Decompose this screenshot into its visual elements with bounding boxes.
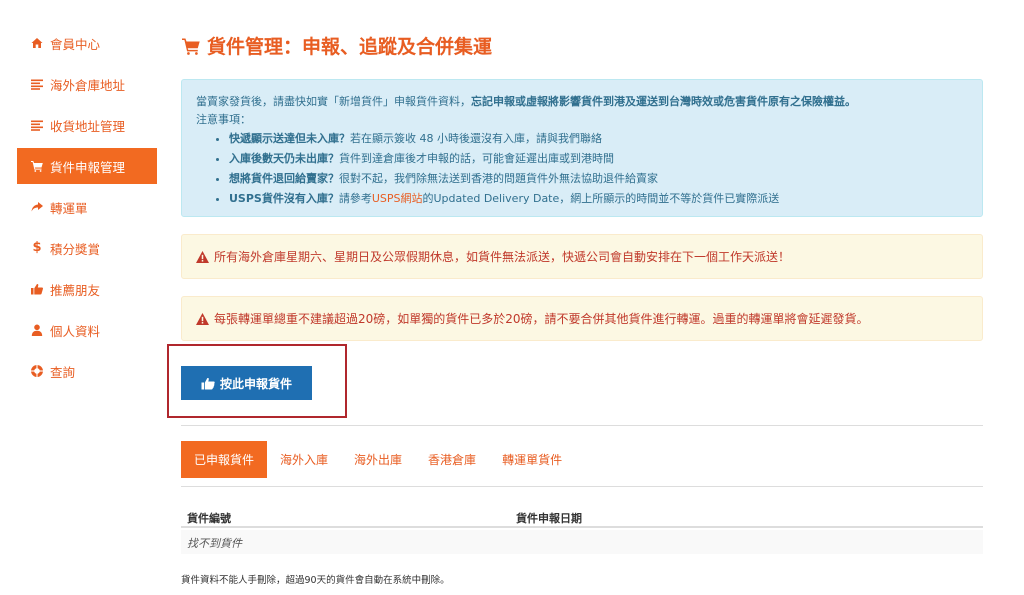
sidebar-item-address-management[interactable]: 收貨地址管理 xyxy=(17,107,157,143)
list-item: 快遞顯示送達但未入庫？若在顯示簽收 48 小時後還沒有入庫，請與我們聯絡 xyxy=(229,129,968,149)
warning-text: 所有海外倉庫星期六、星期日及公眾假期休息，如貨件無法派送，快遞公司會自動安排在下… xyxy=(214,250,791,264)
sidebar: 會員中心 海外倉庫地址 收貨地址管理 貨件申報管理 轉運單 $ 積分獎賞 推薦朋… xyxy=(17,25,157,394)
info-notice: 當賣家發貨後，請盡快如實「新增貨件」申報貨件資料，忘記申報或虛報將影響貨件到港及… xyxy=(181,79,983,217)
sidebar-item-label: 轉運單 xyxy=(50,200,88,216)
sidebar-item-label: 貨件申報管理 xyxy=(50,159,126,175)
divider xyxy=(181,425,983,426)
thumbs-up-icon xyxy=(31,283,43,295)
page-title-text: 貨件管理：申報、追蹤及合併集運 xyxy=(207,36,493,58)
note-text: 請參考 xyxy=(338,192,372,205)
warning-weight-notice: 每張轉運單總重不建議超過20磅，如單獨的貨件已多於20磅，請不要合併其他貨件進行… xyxy=(181,296,983,341)
declare-button-label: 按此申報貨件 xyxy=(219,376,292,391)
sidebar-item-label: 海外倉庫地址 xyxy=(50,77,126,93)
sidebar-item-shipment-declaration[interactable]: 貨件申報管理 xyxy=(17,148,157,184)
usps-website-link[interactable]: USPS網站 xyxy=(372,192,423,205)
note-title: USPS貨件沒有入庫？ xyxy=(229,192,339,205)
cart-icon xyxy=(182,38,200,55)
notes-list: 快遞顯示送達但未入庫？若在顯示簽收 48 小時後還沒有入庫，請與我們聯絡 入庫後… xyxy=(196,129,968,209)
sidebar-item-refer-friend[interactable]: 推薦朋友 xyxy=(17,271,157,307)
declare-shipment-button[interactable]: 按此申報貨件 xyxy=(181,366,312,400)
sidebar-item-overseas-warehouse[interactable]: 海外倉庫地址 xyxy=(17,66,157,102)
home-icon xyxy=(31,37,43,49)
info-intro-text: 當賣家發貨後，請盡快如實「新增貨件」申報貨件資料， xyxy=(196,95,471,108)
warning-holiday-notice: 所有海外倉庫星期六、星期日及公眾假期休息，如貨件無法派送，快遞公司會自動安排在下… xyxy=(181,234,983,279)
tab-overseas-outbound[interactable]: 海外出庫 xyxy=(341,441,415,478)
dollar-icon: $ xyxy=(32,240,42,255)
sidebar-item-forwarding-order[interactable]: 轉運單 xyxy=(17,189,157,225)
footnote: 貨件資料不能人手刪除，超過90天的貨件會自動在系統中刪除。 xyxy=(181,575,450,586)
table-row-empty: 找不到貨件 xyxy=(181,530,983,554)
notes-label: 注意事項： xyxy=(196,113,251,126)
tab-overseas-inbound[interactable]: 海外入庫 xyxy=(267,441,341,478)
cart-icon xyxy=(31,160,43,172)
sidebar-item-label: 個人資料 xyxy=(50,323,101,339)
note-text: 的Updated Delivery Date，網上所顯示的時間並不等於貨件已實際… xyxy=(422,192,780,205)
hand-pointer-icon xyxy=(201,377,215,389)
warning-icon xyxy=(196,312,209,325)
column-header-declaration-date: 貨件申報日期 xyxy=(516,512,582,525)
sidebar-item-enquiry[interactable]: 查詢 xyxy=(17,353,157,389)
note-title: 入庫後數天仍未出庫？ xyxy=(229,152,339,165)
sidebar-item-label: 會員中心 xyxy=(50,36,101,52)
info-intro-bold: 忘記申報或虛報將影響貨件到港及運送到台灣時效或危害貨件原有之保險權益。 xyxy=(471,95,856,108)
list-item: 入庫後數天仍未出庫？貨件到達倉庫後才申報的話，可能會延遲出庫或到港時間 xyxy=(229,149,968,169)
list-item: USPS貨件沒有入庫？請參考USPS網站的Updated Delivery Da… xyxy=(229,189,968,209)
note-text: 貨件到達倉庫後才申報的話，可能會延遲出庫或到港時間 xyxy=(339,152,614,165)
warning-icon xyxy=(196,250,209,263)
warning-text: 每張轉運單總重不建議超過20磅，如單獨的貨件已多於20磅，請不要合併其他貨件進行… xyxy=(214,312,869,326)
table-header: 貨件編號 貨件申報日期 xyxy=(181,506,983,528)
sidebar-item-reward-points[interactable]: $ 積分獎賞 xyxy=(17,230,157,266)
lifebuoy-icon xyxy=(31,365,43,377)
sidebar-item-profile[interactable]: 個人資料 xyxy=(17,312,157,348)
tab-forwarding-shipments[interactable]: 轉運單貨件 xyxy=(489,441,575,478)
sidebar-item-label: 積分獎賞 xyxy=(50,241,101,257)
tab-hk-warehouse[interactable]: 香港倉庫 xyxy=(415,441,489,478)
note-text: 很對不起，我們除無法送到香港的問題貨件外無法協助退件給賣家 xyxy=(339,172,658,185)
info-intro: 當賣家發貨後，請盡快如實「新增貨件」申報貨件資料，忘記申報或虛報將影響貨件到港及… xyxy=(196,93,968,111)
page-title: 貨件管理：申報、追蹤及合併集運 xyxy=(181,32,492,59)
share-icon xyxy=(31,201,43,213)
sidebar-item-label: 收貨地址管理 xyxy=(50,118,126,134)
tab-declared-shipments[interactable]: 已申報貨件 xyxy=(181,441,268,478)
user-icon xyxy=(31,324,43,336)
shipment-tabs: 已申報貨件 海外入庫 海外出庫 香港倉庫 轉運單貨件 xyxy=(181,441,983,487)
note-text: 若在顯示簽收 48 小時後還沒有入庫，請與我們聯絡 xyxy=(350,132,602,145)
sidebar-item-label: 查詢 xyxy=(50,364,76,380)
list-icon xyxy=(31,119,43,131)
note-title: 快遞顯示送達但未入庫？ xyxy=(229,132,350,145)
note-title: 想將貨件退回給賣家？ xyxy=(229,172,339,185)
list-item: 想將貨件退回給賣家？很對不起，我們除無法送到香港的問題貨件外無法協助退件給賣家 xyxy=(229,169,968,189)
sidebar-item-member-center[interactable]: 會員中心 xyxy=(17,25,157,61)
sidebar-item-label: 推薦朋友 xyxy=(50,282,101,298)
column-header-shipment-number: 貨件編號 xyxy=(187,512,231,525)
list-icon xyxy=(31,78,43,90)
